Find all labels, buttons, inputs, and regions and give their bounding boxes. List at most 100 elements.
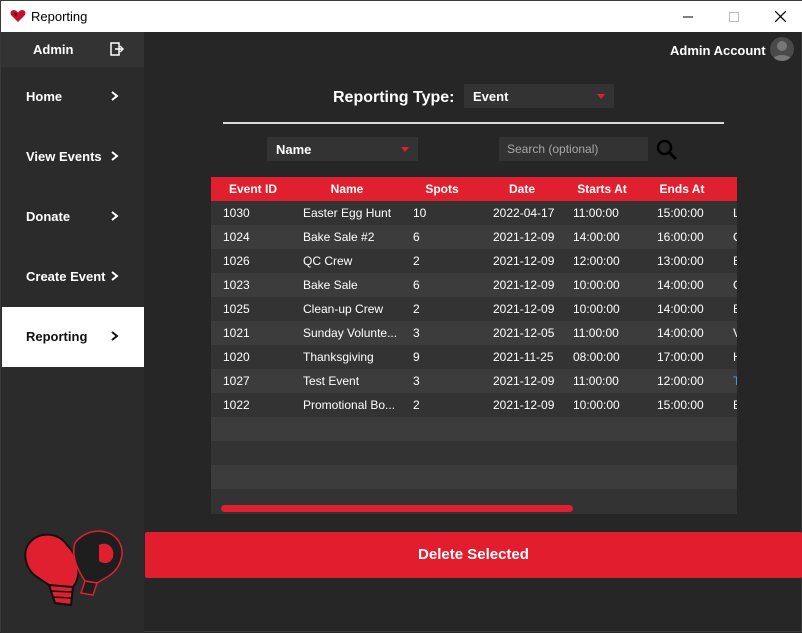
table-row[interactable]: 1025 Clean-up Crew 2 2021-12-09 10:00:00 14:0… <box>211 297 737 321</box>
cell-name: Thanksgiving <box>303 350 374 364</box>
sidebar-item-label: Home <box>26 89 63 104</box>
admin-label: Admin <box>33 42 74 57</box>
table-row[interactable]: 1026 QC Crew 2 2021-12-09 12:00:00 13:00:00 E <box>211 249 737 273</box>
cell-spots: 10 <box>413 206 427 220</box>
empty-row <box>211 465 737 489</box>
cell-overflow: E <box>733 398 737 412</box>
search-input[interactable] <box>499 137 648 161</box>
cell-starts-at: 11:00:00 <box>573 374 619 388</box>
cell-spots: 2 <box>413 254 420 268</box>
events-table[interactable]: Event ID Name Spots Date Starts At Ends … <box>211 177 737 514</box>
chevron-right-icon <box>111 91 119 101</box>
sidebar-header: Admin <box>1 32 144 67</box>
cell-event-id: 1025 <box>223 302 250 316</box>
close-button[interactable] <box>757 1 802 32</box>
sidebar-item-reporting[interactable]: Reporting <box>2 307 144 367</box>
cell-starts-at: 14:00:00 <box>573 230 620 244</box>
cell-event-id: 1022 <box>223 398 250 412</box>
cell-spots: 9 <box>413 350 420 364</box>
maximize-button[interactable] <box>711 1 757 32</box>
table-row[interactable]: 1023 Bake Sale 6 2021-12-09 10:00:00 14:00:00… <box>211 273 737 297</box>
sidebar-item-label: Donate <box>26 209 71 224</box>
cell-ends-at: 14:00:00 <box>657 278 704 292</box>
reporting-type-select[interactable]: Event <box>464 84 614 108</box>
cell-date: 2022-04-17 <box>493 206 555 220</box>
table-row[interactable]: 1020 Thanksgiving 9 2021-11-25 08:00:00 17:00… <box>211 345 737 369</box>
cell-name: Test Event <box>303 374 360 388</box>
cell-name: Promotional Bo... <box>303 398 396 412</box>
cell-date: 2021-12-09 <box>493 254 555 268</box>
delete-selected-button[interactable]: Delete Selected <box>145 532 802 578</box>
cell-date: 2021-12-09 <box>493 278 555 292</box>
search-icon[interactable] <box>656 139 678 161</box>
cell-spots: 6 <box>413 230 420 244</box>
cell-ends-at: 14:00:00 <box>657 302 704 316</box>
horizontal-scrollbar[interactable] <box>211 503 737 514</box>
sidebar-item-home[interactable]: Home <box>2 67 144 127</box>
column-header-ends-at[interactable]: Ends At <box>647 182 717 196</box>
column-header-event-id[interactable]: Event ID <box>223 182 283 196</box>
cell-ends-at: 12:00:00 <box>657 374 704 388</box>
table-row[interactable]: 1024 Bake Sale #2 6 2021-12-09 14:00:00 16:00… <box>211 225 737 249</box>
logout-icon[interactable] <box>110 42 124 56</box>
table-empty-area <box>211 417 737 513</box>
cell-starts-at: 10:00:00 <box>573 278 620 292</box>
empty-row <box>211 441 737 465</box>
cell-event-id: 1027 <box>223 374 250 388</box>
user-avatar-icon[interactable] <box>770 37 794 61</box>
cell-name: Easter Egg Hunt <box>303 206 392 220</box>
cell-starts-at: 11:00:00 <box>573 326 619 340</box>
minimize-button[interactable] <box>665 1 711 32</box>
cell-event-id: 1023 <box>223 278 250 292</box>
chevron-right-icon <box>111 151 119 161</box>
table-row[interactable]: 1021 Sunday Volunte... 3 2021-12-05 11:00:00… <box>211 321 737 345</box>
cell-overflow: T <box>733 374 737 388</box>
chevron-right-icon <box>111 331 119 341</box>
cell-ends-at: 15:00:00 <box>657 398 704 412</box>
column-header-spots[interactable]: Spots <box>415 182 469 196</box>
sidebar-item-label: Reporting <box>26 329 88 344</box>
column-header-date[interactable]: Date <box>491 182 553 196</box>
avatar-silhouette <box>772 41 792 61</box>
table-row[interactable]: 1027 Test Event 3 2021-12-09 11:00:00 12:00:0… <box>211 369 737 393</box>
cell-spots: 3 <box>413 374 420 388</box>
sidebar: Admin Home View Events Donate Create Eve… <box>1 32 144 633</box>
cell-overflow: E <box>733 302 737 316</box>
table-body: 1030 Easter Egg Hunt 10 2022-04-17 11:00:00 1… <box>211 201 737 417</box>
sidebar-item-create-event[interactable]: Create Event <box>2 247 144 307</box>
cell-overflow: E <box>733 254 737 268</box>
sidebar-item-view-events[interactable]: View Events <box>2 127 144 187</box>
table-row[interactable]: 1030 Easter Egg Hunt 10 2022-04-17 11:00:00 1… <box>211 201 737 225</box>
cell-starts-at: 08:00:00 <box>573 350 620 364</box>
sidebar-item-label: Create Event <box>26 269 106 284</box>
table-row[interactable]: 1022 Promotional Bo... 2 2021-12-09 10:00:00… <box>211 393 737 417</box>
cell-starts-at: 12:00:00 <box>573 254 620 268</box>
boxing-gloves-heart-icon <box>24 530 123 607</box>
table-header: Event ID Name Spots Date Starts At Ends … <box>211 177 737 201</box>
chevron-right-icon <box>111 271 119 281</box>
cell-overflow: V <box>733 326 737 340</box>
sidebar-item-donate[interactable]: Donate <box>2 187 144 247</box>
cell-ends-at: 15:00:00 <box>657 206 704 220</box>
cell-date: 2021-12-09 <box>493 230 555 244</box>
scrollbar-thumb[interactable] <box>221 505 573 512</box>
cell-name: Sunday Volunte... <box>303 326 398 340</box>
window-title: Reporting <box>31 9 88 24</box>
app-window: Reporting Admin Home View Events Donate … <box>0 0 802 633</box>
cell-event-id: 1030 <box>223 206 250 220</box>
divider <box>223 122 724 124</box>
column-header-name[interactable]: Name <box>311 182 383 196</box>
cell-overflow: C <box>733 230 737 244</box>
cell-name: QC Crew <box>303 254 353 268</box>
cell-ends-at: 13:00:00 <box>657 254 704 268</box>
cell-date: 2021-12-09 <box>493 374 555 388</box>
column-header-starts-at[interactable]: Starts At <box>567 182 637 196</box>
cell-overflow: H <box>733 350 737 364</box>
cell-event-id: 1021 <box>223 326 250 340</box>
search-field-select[interactable]: Name <box>267 137 418 161</box>
cell-date: 2021-12-09 <box>493 302 555 316</box>
cell-spots: 2 <box>413 398 420 412</box>
cell-ends-at: 14:00:00 <box>657 326 704 340</box>
cell-name: Clean-up Crew <box>303 302 384 316</box>
cell-ends-at: 16:00:00 <box>657 230 704 244</box>
